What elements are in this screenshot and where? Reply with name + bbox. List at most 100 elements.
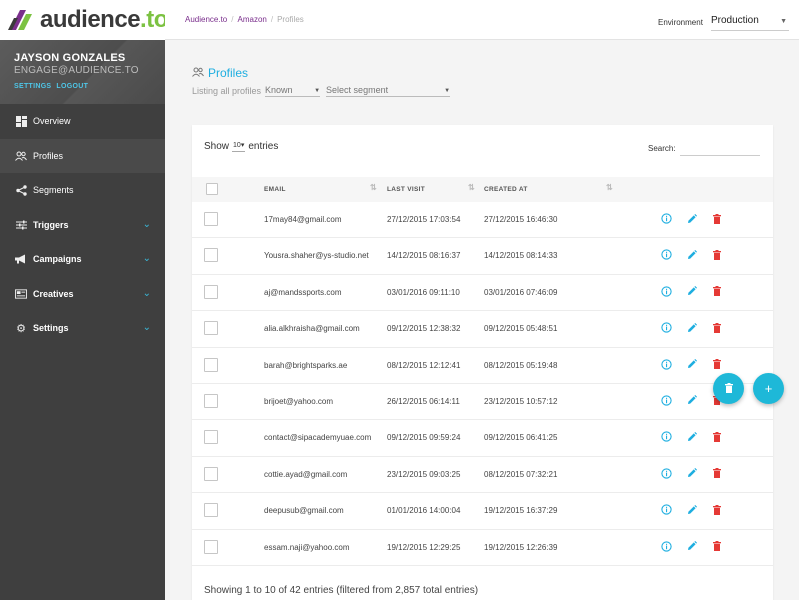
caret-down-icon: ▼ xyxy=(780,18,787,25)
table-row[interactable]: brijoet@yahoo.com 26/12/2015 06:14:11 23/1… xyxy=(192,384,773,421)
sidebar-item-label: Triggers xyxy=(33,219,69,230)
row-checkbox[interactable] xyxy=(204,357,218,372)
sort-icon[interactable]: ⇅ xyxy=(468,183,475,192)
breadcrumb-current: Profiles xyxy=(277,15,304,24)
dashboard-icon xyxy=(15,115,27,127)
page-header: Profiles xyxy=(192,66,248,80)
delete-icon[interactable] xyxy=(711,322,722,333)
delete-icon[interactable] xyxy=(711,359,722,370)
column-last-visit[interactable]: LAST VISIT xyxy=(387,186,425,193)
edit-icon[interactable] xyxy=(686,286,697,297)
search-input[interactable] xyxy=(679,141,760,156)
row-checkbox[interactable] xyxy=(204,248,218,263)
add-profile-button[interactable]: + xyxy=(753,373,784,404)
row-created-at: 27/12/2015 16:46:30 xyxy=(484,215,558,224)
edit-icon[interactable] xyxy=(686,213,697,224)
info-icon[interactable] xyxy=(661,468,672,479)
delete-icon[interactable] xyxy=(711,431,722,442)
info-icon[interactable] xyxy=(661,540,672,552)
table-info: Showing 1 to 10 of 42 entries (filtered … xyxy=(204,585,479,596)
edit-icon[interactable] xyxy=(686,541,697,552)
row-email: Yousra.shaher@ys-studio.net xyxy=(264,251,369,261)
edit-icon[interactable] xyxy=(686,504,697,515)
row-checkbox[interactable] xyxy=(204,321,218,336)
table-row[interactable]: essam.naji@yahoo.com 19/12/2015 12:29:25 1… xyxy=(192,530,773,566)
row-checkbox[interactable] xyxy=(204,503,218,518)
gear-icon: ⚙ xyxy=(16,322,26,335)
table-row[interactable]: aj@mandssports.com 03/01/2016 09:11:10 03/… xyxy=(192,275,773,312)
known-filter-select[interactable]: Known ▼ xyxy=(265,85,321,97)
sort-icon[interactable]: ⇅ xyxy=(606,183,613,192)
caret-down-icon: ▼ xyxy=(444,88,451,94)
edit-icon[interactable] xyxy=(686,395,697,406)
table-row[interactable]: contact@sipacademyuae.com 09/12/2015 09:5… xyxy=(192,420,773,457)
edit-icon[interactable] xyxy=(686,359,697,370)
row-last-visit: 09/12/2015 09:59:24 xyxy=(387,433,461,443)
sidebar-item-profiles[interactable]: Profiles xyxy=(0,138,165,173)
info-icon[interactable] xyxy=(661,358,672,370)
row-checkbox[interactable] xyxy=(204,539,218,554)
profiles-card: Show 10▾ entries Search: EMAIL ⇅ LAST VI… xyxy=(192,125,773,600)
sidebar-item-settings[interactable]: ⚙ Settings ⌄ xyxy=(0,311,165,346)
sidebar-item-campaigns[interactable]: Campaigns ⌄ xyxy=(0,242,165,277)
brand-name: audience.to xyxy=(40,6,168,33)
sidebar-item-triggers[interactable]: Triggers ⌄ xyxy=(0,208,165,243)
row-checkbox[interactable] xyxy=(204,393,218,408)
caret-down-icon: ▼ xyxy=(314,88,321,94)
sidebar-item-overview[interactable]: Overview xyxy=(0,104,165,139)
people-icon xyxy=(192,67,204,79)
delete-icon[interactable] xyxy=(711,213,722,224)
info-icon[interactable] xyxy=(661,249,672,261)
breadcrumb-root[interactable]: Audience.to xyxy=(185,15,227,24)
row-email: cottie.ayad@gmail.com xyxy=(264,469,348,479)
environment-select[interactable]: Production ▼ xyxy=(711,12,789,31)
edit-icon[interactable] xyxy=(686,431,697,442)
row-checkbox[interactable] xyxy=(204,466,218,481)
delete-icon[interactable] xyxy=(711,286,722,297)
info-icon[interactable] xyxy=(661,504,672,515)
sidebar-item-label: Segments xyxy=(33,185,74,196)
column-created-at[interactable]: CREATED AT xyxy=(484,186,528,193)
info-icon[interactable] xyxy=(661,322,672,333)
delete-icon[interactable] xyxy=(711,249,722,260)
table-row[interactable]: cottie.ayad@gmail.com 23/12/2015 09:03:25… xyxy=(192,457,773,494)
brand-logo[interactable]: audience.to xyxy=(0,0,168,40)
sidebar-item-creatives[interactable]: Creatives ⌄ xyxy=(0,277,165,312)
row-email: barah@brightsparks.ae xyxy=(264,360,348,370)
row-checkbox[interactable] xyxy=(204,430,218,445)
table-row[interactable]: deepusub@gmail.com 01/01/2016 14:00:04 19/… xyxy=(192,493,773,530)
logout-link[interactable]: LOGOUT xyxy=(56,83,88,90)
segment-select[interactable]: Select segment ▼ xyxy=(326,85,451,97)
row-last-visit: 03/01/2016 09:11:10 xyxy=(387,287,460,297)
table-row[interactable]: alia.alkhraisha@gmail.com 09/12/2015 12:3… xyxy=(192,311,773,348)
entries-length-select[interactable]: 10▾ xyxy=(232,141,246,152)
column-email[interactable]: EMAIL xyxy=(264,186,286,193)
row-created-at: 23/12/2015 10:57:12 xyxy=(484,396,558,406)
sort-icon[interactable]: ⇅ xyxy=(370,183,377,192)
select-all-checkbox[interactable] xyxy=(206,183,218,195)
edit-icon[interactable] xyxy=(686,468,697,479)
delete-icon[interactable] xyxy=(711,504,722,515)
edit-icon[interactable] xyxy=(686,322,697,333)
row-last-visit: 27/12/2015 17:03:54 xyxy=(387,215,461,224)
table-row[interactable]: Yousra.shaher@ys-studio.net 14/12/2015 08… xyxy=(192,238,773,275)
settings-link[interactable]: SETTINGS xyxy=(14,83,51,90)
chevron-down-icon: ⌄ xyxy=(142,287,151,299)
megaphone-icon xyxy=(15,253,27,265)
breadcrumb-account[interactable]: Amazon xyxy=(238,15,267,24)
row-created-at: 03/01/2016 07:46:09 xyxy=(484,287,558,297)
info-icon[interactable] xyxy=(661,286,672,297)
edit-icon[interactable] xyxy=(686,249,697,260)
sidebar-item-segments[interactable]: Segments xyxy=(0,173,165,208)
row-checkbox[interactable] xyxy=(204,212,218,226)
info-icon[interactable] xyxy=(661,431,672,442)
bulk-delete-button[interactable] xyxy=(713,373,744,404)
delete-icon[interactable] xyxy=(711,541,722,552)
table-row[interactable]: barah@brightsparks.ae 08/12/2015 12:12:41… xyxy=(192,348,773,384)
info-icon[interactable] xyxy=(661,213,672,224)
delete-icon[interactable] xyxy=(711,468,722,479)
row-checkbox[interactable] xyxy=(204,284,218,299)
people-icon xyxy=(15,150,27,162)
table-row[interactable]: 17may84@gmail.com 27/12/2015 17:03:54 27/1… xyxy=(192,202,773,239)
info-icon[interactable] xyxy=(661,395,672,406)
